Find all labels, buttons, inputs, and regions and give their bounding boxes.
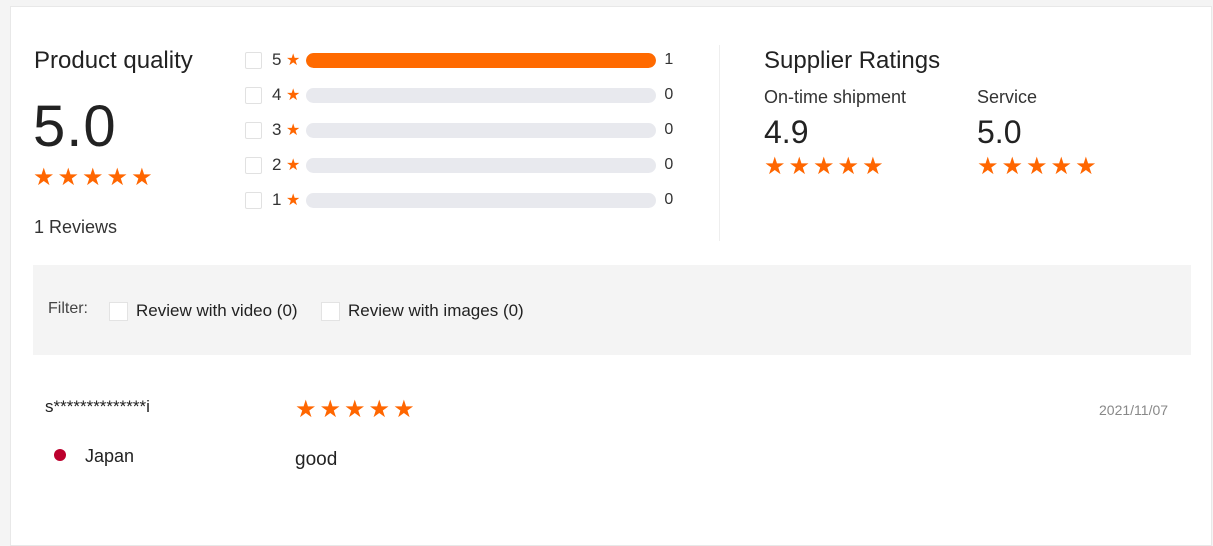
star-icon: ★ (106, 164, 129, 191)
star-icon: ★ (286, 122, 301, 139)
review-date: 2021/11/07 (1099, 402, 1169, 418)
star-icon: ★ (286, 52, 301, 69)
rating-filter-checkbox[interactable] (245, 51, 262, 69)
star-icon: ★ (286, 192, 301, 209)
star-icon: ★ (368, 396, 391, 423)
rating-row-5: 5 ★ 1 (245, 49, 673, 71)
rating-filter-checkbox[interactable] (245, 121, 262, 139)
rating-row-3: 3 ★ 0 (245, 119, 673, 141)
rating-row-count: 0 (664, 191, 674, 208)
rating-row-stars: 2 (272, 155, 282, 174)
star-icon: ★ (319, 396, 342, 423)
filter-option-label: Review with video (0) (136, 301, 298, 320)
star-icon: ★ (1001, 153, 1024, 180)
star-icon: ★ (1026, 153, 1048, 180)
star-icon: ★ (131, 164, 153, 191)
rating-bar (306, 157, 657, 173)
star-icon: ★ (286, 87, 301, 104)
star-icon: ★ (813, 153, 835, 180)
rating-bar (306, 52, 657, 68)
filter-option-video[interactable]: Review with video (0) (109, 301, 298, 321)
supplier-rating-service: Service 5.0 ★ ★ ★ ★ ★ (977, 87, 1097, 179)
star-icon: ★ (344, 396, 366, 423)
rating-row-2: 2 ★ 0 (245, 154, 673, 176)
reviews-panel: Product quality 5.0 ★ ★ ★ ★ ★ 1 Reviews … (10, 6, 1212, 546)
star-icon: ★ (393, 396, 415, 423)
reviewer-country: Japan (85, 446, 135, 466)
supplier-rating-stars: ★ ★ ★ ★ ★ (977, 155, 1097, 179)
rating-bar-fill (306, 52, 657, 68)
star-icon: ★ (1075, 153, 1097, 180)
rating-bar (306, 87, 657, 103)
rating-filter-checkbox[interactable] (245, 156, 262, 174)
product-quality-title: Product quality (34, 47, 193, 74)
rating-row-stars: 4 (272, 85, 282, 104)
star-icon: ★ (764, 153, 786, 180)
rating-row-count: 0 (664, 121, 674, 138)
filter-option-label: Review with images (0) (348, 301, 524, 320)
filter-bar: Filter: Review with video (0) Review wit… (33, 265, 1191, 355)
star-icon: ★ (82, 164, 104, 191)
star-icon: ★ (977, 153, 999, 180)
product-quality-score: 5.0 (33, 94, 117, 159)
supplier-rating-stars: ★ ★ ★ ★ ★ (764, 155, 906, 179)
rating-row-4: 4 ★ 0 (245, 84, 673, 106)
rating-bar (306, 122, 657, 138)
rating-row-stars: 1 (272, 190, 282, 209)
star-icon: ★ (862, 153, 884, 180)
reviews-count: 1 Reviews (34, 217, 118, 237)
filter-option-images[interactable]: Review with images (0) (321, 301, 524, 321)
filter-label: Filter: (48, 300, 88, 317)
rating-row-count: 0 (664, 86, 674, 103)
reviewer-name: s**************i (45, 397, 150, 416)
section-divider (719, 45, 720, 241)
filter-images-checkbox[interactable] (321, 301, 340, 321)
star-icon: ★ (57, 164, 80, 191)
review-stars: ★ ★ ★ ★ ★ (295, 398, 415, 422)
supplier-rating-label: Service (977, 87, 1038, 107)
japan-flag-icon (54, 449, 66, 461)
filter-video-checkbox[interactable] (109, 301, 128, 321)
supplier-rating-label: On-time shipment (764, 87, 907, 107)
rating-row-stars: 3 (272, 120, 282, 139)
rating-filter-checkbox[interactable] (245, 86, 262, 104)
rating-bar (306, 192, 657, 208)
rating-row-count: 0 (664, 156, 674, 173)
rating-filter-checkbox[interactable] (245, 191, 262, 209)
supplier-ratings-title: Supplier Ratings (764, 47, 941, 74)
supplier-rating-score: 5.0 (977, 114, 1022, 150)
supplier-rating-score: 4.9 (764, 114, 809, 150)
star-icon: ★ (788, 153, 811, 180)
star-icon: ★ (837, 153, 860, 180)
review-text: good (295, 449, 338, 470)
supplier-rating-ontime: On-time shipment 4.9 ★ ★ ★ ★ ★ (764, 87, 906, 179)
rating-row-stars: 5 (272, 50, 282, 69)
product-quality-stars: ★ ★ ★ ★ ★ (33, 166, 153, 190)
rating-row-count: 1 (664, 51, 674, 68)
star-icon: ★ (295, 396, 317, 423)
star-icon: ★ (286, 157, 301, 174)
rating-row-1: 1 ★ 0 (245, 189, 673, 211)
star-icon: ★ (33, 164, 55, 191)
star-icon: ★ (1050, 153, 1073, 180)
